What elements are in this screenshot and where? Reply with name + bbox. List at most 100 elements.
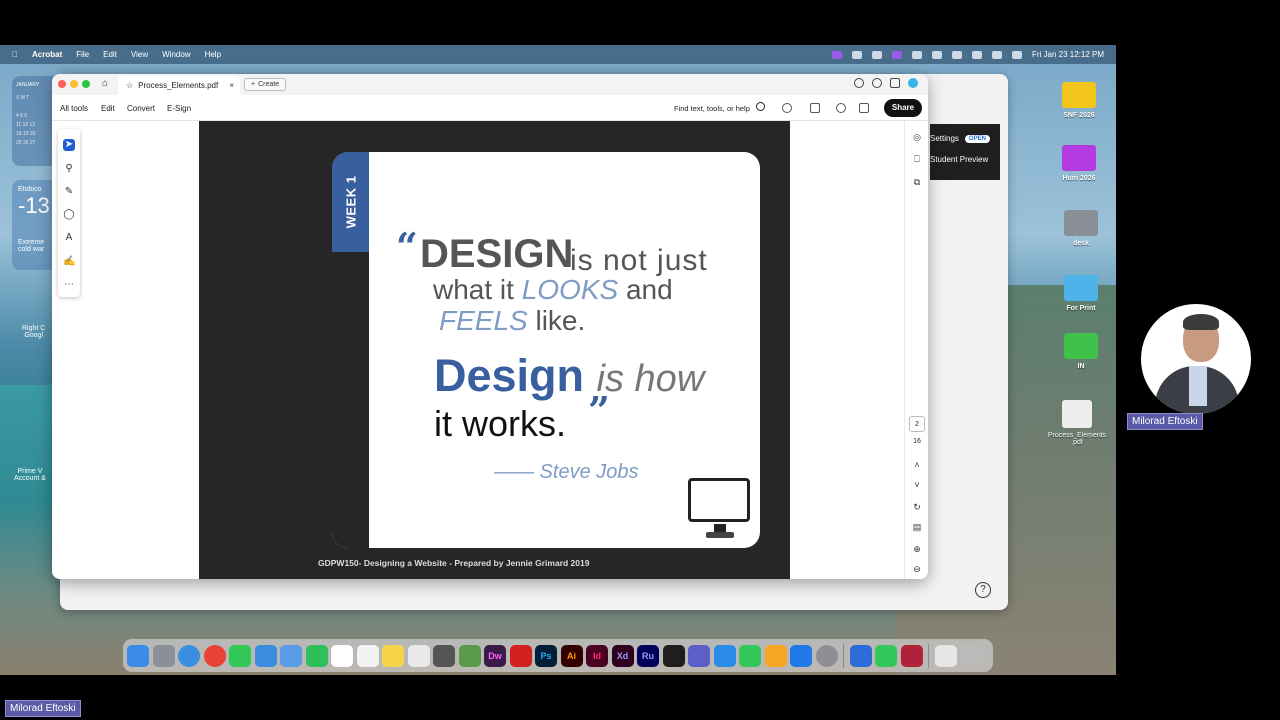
menu-edit-pdf[interactable]: Edit (101, 104, 115, 113)
screen-share-icon[interactable] (831, 50, 842, 59)
phone-icon[interactable] (875, 644, 897, 667)
home-icon[interactable]: ⌂ (102, 78, 108, 89)
desktop-file-process-elements[interactable]: Process_Elements .pdf (1044, 400, 1110, 446)
settings-icon[interactable] (815, 644, 838, 667)
more-tools-icon[interactable]: ⋯ (63, 279, 75, 291)
zoom-window-button[interactable] (82, 80, 90, 88)
acrobat-icon[interactable] (509, 644, 532, 667)
dreamweaver-icon[interactable]: Dw (484, 644, 506, 667)
desktop-folder-in[interactable]: IN (1062, 333, 1100, 370)
upload-cloud-icon[interactable] (836, 103, 846, 113)
menu-help[interactable]: Help (205, 50, 221, 59)
control-center-icon[interactable] (991, 50, 1002, 59)
headphones-icon[interactable] (782, 103, 792, 113)
share-button[interactable]: Share (884, 99, 922, 117)
settings-label[interactable]: Settings (930, 134, 959, 143)
bell-icon[interactable] (872, 78, 882, 88)
teams-icon[interactable] (688, 644, 710, 667)
desktop-folder-desk[interactable]: desk (1062, 210, 1100, 247)
photoshop-icon[interactable]: Ps (535, 644, 557, 667)
maps-icon[interactable] (280, 644, 302, 667)
user-icon[interactable] (911, 50, 922, 59)
menu-esign[interactable]: E-Sign (167, 104, 191, 113)
rotate-icon[interactable]: ↻ (911, 501, 923, 513)
mail-icon[interactable] (254, 644, 277, 667)
facetime-icon[interactable] (305, 644, 328, 667)
messages-icon[interactable] (229, 644, 251, 667)
downloads-icon[interactable] (934, 644, 957, 667)
fill-sign-icon[interactable]: ✍ (63, 256, 75, 268)
create-button[interactable]: + Create (244, 78, 287, 91)
desktop-folder-for-print[interactable]: For Print (1062, 275, 1100, 312)
menu-app-name[interactable]: Acrobat (32, 50, 62, 59)
stats-icon[interactable] (851, 50, 862, 59)
illustrator-icon[interactable]: Ai (560, 644, 583, 667)
desktop-folder-snf-2026[interactable]: SNF 2026 (1060, 82, 1098, 119)
figma-icon[interactable] (662, 644, 685, 667)
numbers-icon[interactable] (739, 644, 761, 667)
search-icon[interactable] (756, 102, 765, 111)
wifi-icon[interactable] (951, 50, 962, 59)
window-icon[interactable] (891, 50, 902, 59)
pages-icon[interactable]: ⧉ (911, 176, 923, 188)
indesign-icon[interactable]: Id (586, 644, 608, 667)
help-icon[interactable]: ? (975, 582, 991, 598)
calendar-icon[interactable] (331, 644, 353, 667)
trash-icon[interactable] (960, 644, 982, 667)
save-icon[interactable] (810, 103, 820, 113)
account-icon[interactable] (908, 78, 918, 88)
close-tab-icon[interactable]: × (229, 81, 234, 90)
text-box-icon[interactable]: A (63, 232, 75, 244)
help-circle-icon[interactable] (854, 78, 864, 88)
rush-icon[interactable]: Ru (637, 644, 659, 667)
launchpad-icon[interactable] (152, 644, 175, 667)
select-cursor-icon[interactable]: ➤ (63, 139, 75, 151)
notes-icon[interactable] (382, 644, 404, 667)
find-search-field[interactable]: Find text, tools, or help (674, 104, 750, 113)
star-icon[interactable]: ☆ (126, 81, 133, 90)
desktop-item-left-2[interactable]: Prime V Account & (14, 468, 46, 482)
student-preview-label[interactable]: Student Preview (930, 155, 988, 164)
record-icon[interactable] (871, 50, 882, 59)
chevron-up-icon[interactable]: ˄ (911, 459, 923, 471)
xd-icon[interactable]: Xd (611, 644, 634, 667)
desktop-item-left-1[interactable]: Right C Googl (22, 325, 45, 339)
pen-icon[interactable]: ✎ (63, 186, 75, 198)
menu-convert[interactable]: Convert (127, 104, 155, 113)
recorder-icon[interactable] (900, 644, 923, 667)
background-settings-panel[interactable]: Settings OPEN Student Preview (930, 124, 1000, 180)
menu-all-tools[interactable]: All tools (60, 104, 88, 113)
menu-window[interactable]: Window (162, 50, 190, 59)
bookmark-icon[interactable]: ⎕ (911, 153, 923, 165)
menu-clock[interactable]: Fri Jan 23 12:12 PM (1032, 50, 1104, 59)
app-store-icon[interactable] (790, 644, 812, 667)
document-tab[interactable]: ☆ Process_Elements.pdf × (118, 76, 240, 95)
preview-icon[interactable] (458, 644, 481, 667)
safari-icon[interactable] (178, 644, 200, 667)
zoom-marquee-icon[interactable]: ⚲ (63, 163, 75, 175)
zoom-app-icon[interactable] (849, 644, 872, 667)
zoom-out-icon[interactable]: ⊖ (911, 563, 923, 575)
desktop-folder-hum-2026[interactable]: Hum 2026 (1060, 145, 1098, 182)
search-icon[interactable] (971, 50, 982, 59)
zoom-in-icon[interactable]: ⊕ (911, 543, 923, 555)
finder-icon[interactable] (127, 644, 149, 667)
keynote-icon[interactable] (713, 644, 736, 667)
calculator-icon[interactable] (433, 644, 455, 667)
lasso-icon[interactable]: ◯ (63, 209, 75, 221)
minimize-window-button[interactable] (70, 80, 78, 88)
menu-file[interactable]: File (76, 50, 89, 59)
reminders-icon[interactable] (356, 644, 379, 667)
apple-icon[interactable]:  (12, 50, 18, 59)
print-icon[interactable] (859, 103, 869, 113)
siri-icon[interactable] (1011, 50, 1022, 59)
menu-edit[interactable]: Edit (103, 50, 117, 59)
chevron-down-icon[interactable]: ˅ (911, 479, 923, 491)
freeform-icon[interactable] (407, 644, 430, 667)
current-page-input[interactable]: 2 (909, 416, 925, 432)
close-window-button[interactable] (58, 80, 66, 88)
apps-grid-icon[interactable] (890, 78, 900, 88)
battery-icon[interactable] (931, 50, 942, 59)
chrome-icon[interactable] (203, 644, 226, 667)
page-fit-icon[interactable]: ▤ (911, 521, 923, 533)
